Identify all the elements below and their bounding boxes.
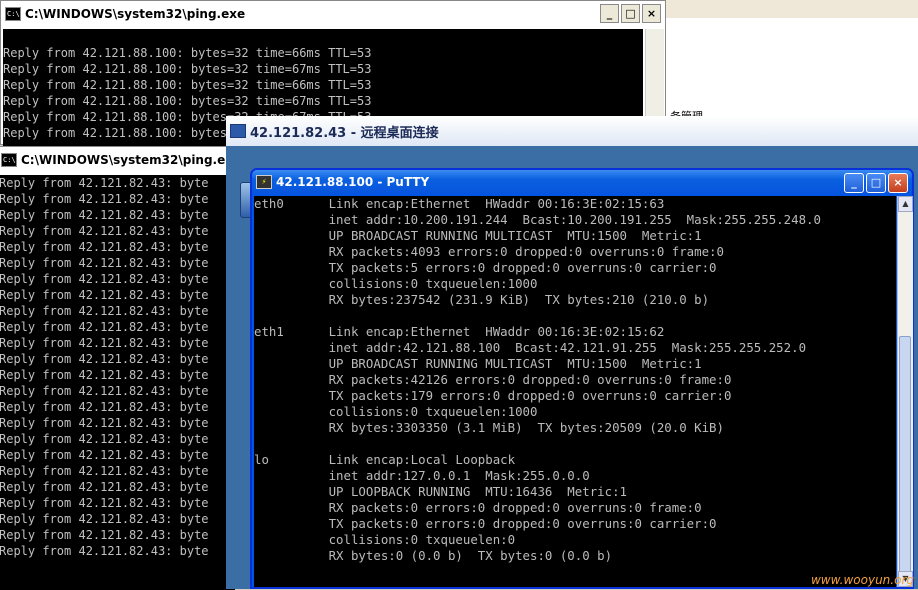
console-line: UP BROADCAST RUNNING MULTICAST MTU:1500 …: [254, 228, 702, 243]
console-line: Reply from 42.121.82.43: byte: [0, 240, 209, 254]
console-line: RX packets:0 errors:0 dropped:0 overruns…: [254, 500, 702, 515]
console-line: collisions:0 txqueuelen:1000: [254, 404, 538, 419]
ping-window-2-title: C:\WINDOWS\system32\ping.e: [21, 153, 226, 167]
console-line: eth1 Link encap:Ethernet HWaddr 00:16:3E…: [254, 324, 665, 339]
console-line: RX bytes:237542 (231.9 KiB) TX bytes:210…: [254, 292, 710, 307]
console-line: inet addr:10.200.191.244 Bcast:10.200.19…: [254, 212, 821, 227]
console-line: Reply from 42.121.82.43: byte: [0, 288, 209, 302]
ping-window-2-titlebar[interactable]: C:\ C:\WINDOWS\system32\ping.e: [0, 147, 235, 173]
console-line: Reply from 42.121.82.43: byte: [0, 352, 209, 366]
ping-window-1-titlebar[interactable]: C:\ C:\WINDOWS\system32\ping.exe _ □ ×: [1, 1, 665, 27]
ping-window-2[interactable]: C:\ C:\WINDOWS\system32\ping.e Reply fro…: [0, 146, 236, 590]
console-line: Reply from 42.121.82.43: byte: [0, 464, 209, 478]
console-line: TX packets:179 errors:0 dropped:0 overru…: [254, 388, 732, 403]
console-line: Reply from 42.121.82.43: byte: [0, 384, 209, 398]
console-line: Reply from 42.121.82.43: byte: [0, 416, 209, 430]
console-line: Reply from 42.121.88.100: bytes=32 time=…: [3, 94, 372, 108]
background-app: [666, 0, 918, 116]
putty-terminal[interactable]: eth0 Link encap:Ethernet HWaddr 00:16:3E…: [254, 196, 896, 587]
console-line: TX packets:5 errors:0 dropped:0 overruns…: [254, 260, 717, 275]
remote-desktop-title: 42.121.82.43 - 远程桌面连接: [250, 125, 439, 141]
cmd-icon: C:\: [5, 7, 21, 21]
scrollbar-thumb[interactable]: [899, 336, 911, 576]
console-line: Reply from 42.121.82.43: byte: [0, 320, 209, 334]
console-line: Reply from 42.121.82.43: byte: [0, 272, 209, 286]
console-line: RX bytes:0 (0.0 b) TX bytes:0 (0.0 b): [254, 548, 613, 563]
watermark: www.wooyun.org: [810, 573, 914, 587]
ping-window-1-title: C:\WINDOWS\system32\ping.exe: [25, 7, 246, 21]
putty-maximize-button[interactable]: □: [866, 173, 886, 193]
putty-icon: ⚡: [256, 175, 272, 189]
console-line: Reply from 42.121.88.100: bytes=32 time=…: [3, 78, 372, 92]
putty-title: 42.121.88.100 - PuTTY: [276, 175, 430, 189]
console-line: Reply from 42.121.82.43: byte: [0, 336, 209, 350]
minimize-button[interactable]: _: [600, 4, 619, 23]
console-line: Reply from 42.121.82.43: byte: [0, 400, 209, 414]
console-line: RX bytes:3303350 (3.1 MiB) TX bytes:2050…: [254, 420, 724, 435]
console-line: UP LOOPBACK RUNNING MTU:16436 Metric:1: [254, 484, 627, 499]
background-app-strip: [666, 0, 918, 18]
console-line: Reply from 42.121.82.43: byte: [0, 256, 209, 270]
console-line: RX packets:42126 errors:0 dropped:0 over…: [254, 372, 732, 387]
console-line: collisions:0 txqueuelen:0: [254, 532, 516, 547]
scroll-up-icon[interactable]: ▲: [898, 196, 913, 212]
console-line: Reply from 42.121.88.100: bytes=32 time=…: [3, 46, 372, 60]
console-line: inet addr:42.121.88.100 Bcast:42.121.91.…: [254, 340, 807, 355]
console-line: Reply from 42.121.82.43: byte: [0, 448, 209, 462]
cmd-icon: C:\: [1, 153, 17, 167]
putty-scrollbar[interactable]: ▲ ▼: [897, 196, 913, 587]
console-line: Reply from 42.121.82.43: byte: [0, 528, 209, 542]
console-line: RX packets:4093 errors:0 dropped:0 overr…: [254, 244, 724, 259]
putty-titlebar[interactable]: ⚡ 42.121.88.100 - PuTTY _ □ ×: [252, 170, 912, 194]
maximize-button[interactable]: □: [621, 4, 640, 23]
remote-desktop-titlebar[interactable]: 42.121.82.43 - 远程桌面连接: [226, 116, 918, 147]
console-line: collisions:0 txqueuelen:1000: [254, 276, 538, 291]
console-line: Reply from 42.121.82.43: byte: [0, 512, 209, 526]
console-line: Reply from 42.121.82.43: byte: [0, 480, 209, 494]
console-line: Reply from 42.121.82.43: byte: [0, 544, 209, 558]
console-line: inet addr:127.0.0.1 Mask:255.0.0.0: [254, 468, 590, 483]
putty-close-button[interactable]: ×: [888, 173, 908, 193]
putty-window[interactable]: ⚡ 42.121.88.100 - PuTTY _ □ × eth0 Link …: [250, 168, 914, 589]
console-line: eth0 Link encap:Ethernet HWaddr 00:16:3E…: [254, 196, 665, 211]
console-line: Reply from 42.121.82.43: byte: [0, 192, 209, 206]
console-line: Reply from 42.121.82.43: byte: [0, 368, 209, 382]
close-button[interactable]: ×: [642, 4, 661, 23]
console-line: Reply from 42.121.82.43: byte: [0, 432, 209, 446]
console-line: UP BROADCAST RUNNING MULTICAST MTU:1500 …: [254, 356, 702, 371]
putty-minimize-button[interactable]: _: [844, 173, 864, 193]
console-line: Reply from 42.121.88.100: bytes=32 time=…: [3, 62, 372, 76]
console-line: Reply from 42.121.82.43: byte: [0, 496, 209, 510]
console-line: TX packets:0 errors:0 dropped:0 overruns…: [254, 516, 717, 531]
console-line: lo Link encap:Local Loopback: [254, 452, 516, 467]
remote-desktop-icon: [230, 124, 246, 138]
console-line: Reply from 42.121.82.43: byte: [0, 304, 209, 318]
console-line: Reply from 42.121.82.43: byte: [0, 176, 209, 190]
console-line: Reply from 42.121.82.43: byte: [0, 208, 209, 222]
ping-window-2-console[interactable]: Reply from 42.121.82.43: byte Reply from …: [0, 175, 235, 590]
console-line: Reply from 42.121.82.43: byte: [0, 224, 209, 238]
